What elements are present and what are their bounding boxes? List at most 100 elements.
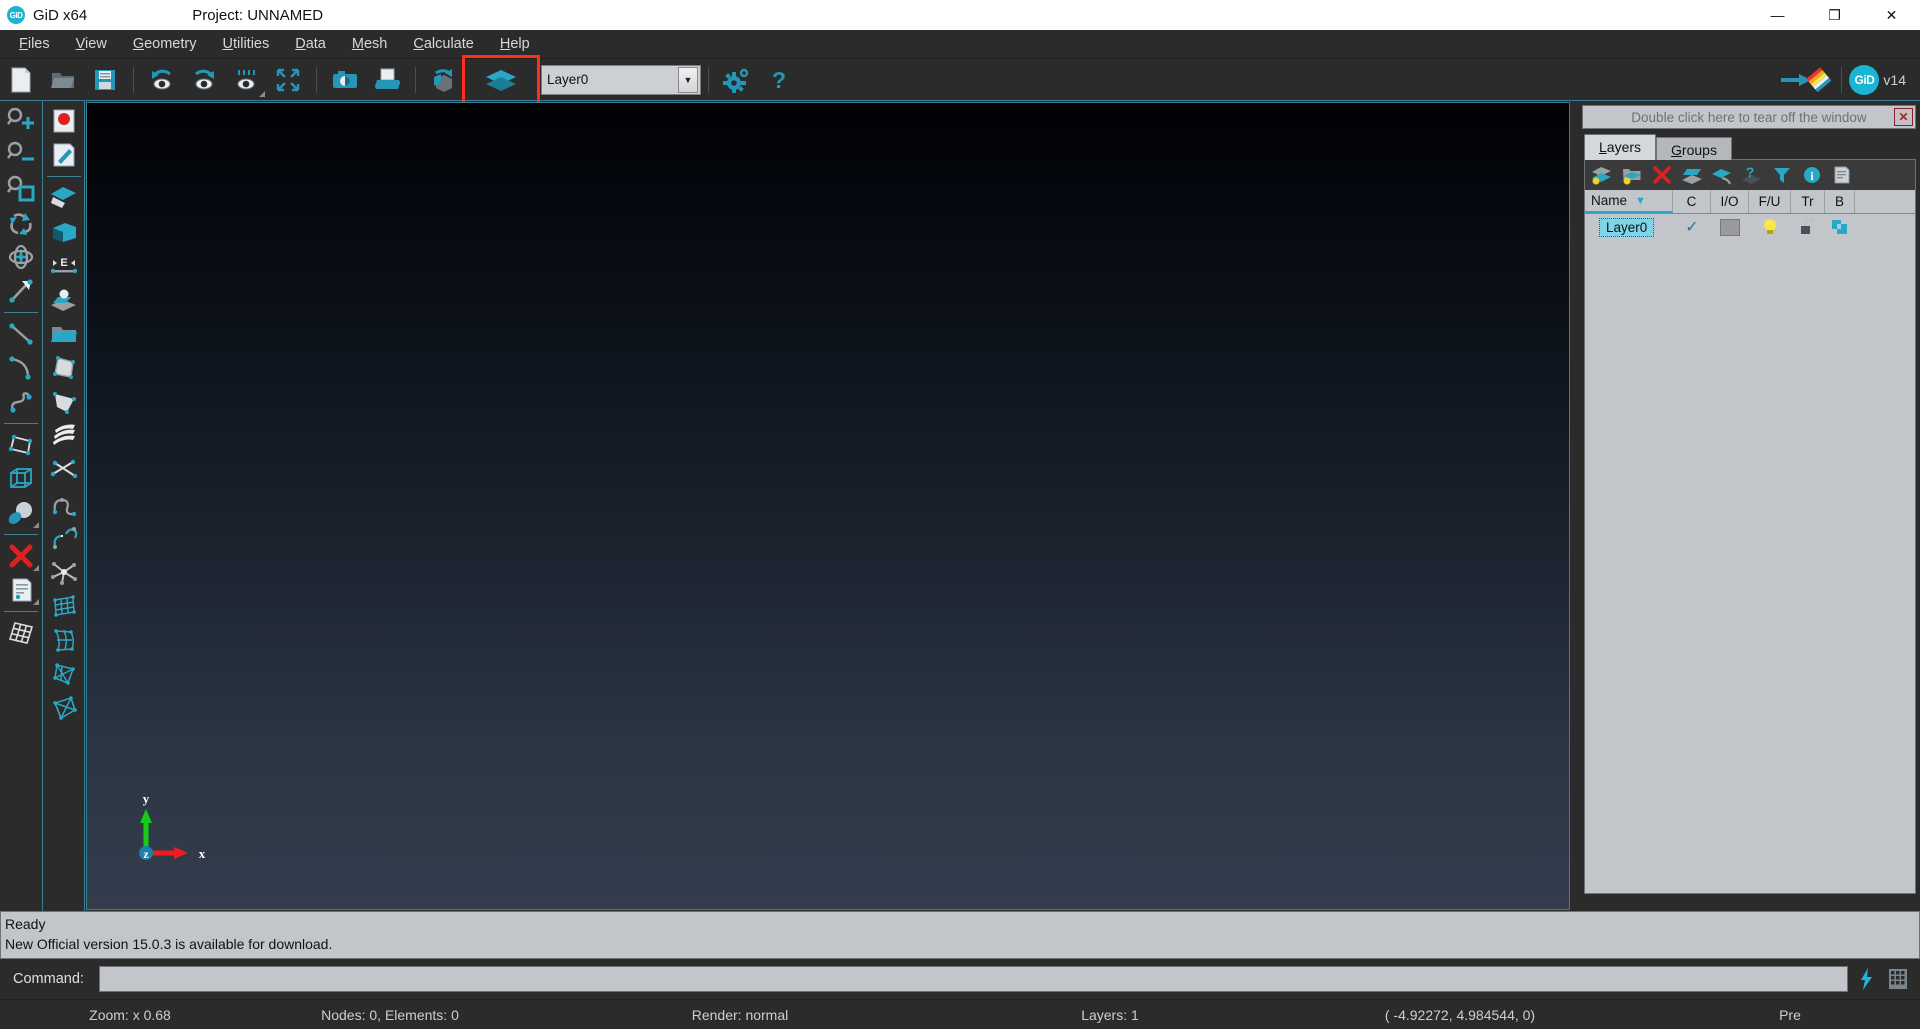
create-object-icon[interactable]	[1, 496, 41, 530]
zoom-frame-icon[interactable]	[267, 61, 309, 99]
volume-box-icon[interactable]	[44, 215, 84, 249]
mesh-quadrilateral-icon[interactable]	[1, 616, 41, 650]
create-line-icon[interactable]	[1, 317, 41, 351]
join-lines-icon[interactable]	[44, 487, 84, 521]
mesh-unstructured-icon[interactable]	[44, 623, 84, 657]
create-surface-icon[interactable]	[1, 428, 41, 462]
minimize-button[interactable]: —	[1749, 0, 1806, 30]
rotate-cube-icon[interactable]	[423, 61, 465, 99]
graphics-viewport[interactable]: y x z	[86, 102, 1570, 910]
open-layer-folder-icon[interactable]	[44, 317, 84, 351]
lightbulb-on-icon[interactable]	[1749, 217, 1791, 237]
edit-entity-icon[interactable]: E	[44, 249, 84, 283]
trimmed-surface-icon[interactable]	[44, 385, 84, 419]
command-input[interactable]	[99, 966, 1848, 992]
nurbs-surface-icon[interactable]	[44, 351, 84, 385]
camera-icon[interactable]	[324, 61, 366, 99]
new-layer-icon[interactable]	[1588, 162, 1616, 188]
close-icon[interactable]: ✕	[1894, 108, 1913, 126]
menu-calculate[interactable]: Calculate	[400, 32, 486, 56]
tear-off-bar[interactable]: Double click here to tear off the window…	[1582, 105, 1916, 129]
svg-text:E: E	[60, 257, 67, 269]
explode-icon[interactable]	[44, 555, 84, 589]
transparency-icon[interactable]	[1825, 218, 1855, 236]
chevron-down-icon[interactable]: ▼	[678, 66, 698, 93]
pan-move-icon[interactable]	[1, 240, 41, 274]
intersect-lines-icon[interactable]	[44, 453, 84, 487]
toolbar-separator	[4, 611, 38, 612]
layer-help-icon[interactable]: ?	[1738, 162, 1766, 188]
print-icon[interactable]	[366, 61, 408, 99]
unlocked-padlock-icon[interactable]	[1791, 217, 1825, 237]
menu-data[interactable]: Data	[282, 32, 339, 56]
column-header-c[interactable]: C	[1673, 190, 1711, 213]
column-header-fu[interactable]: F/U	[1749, 190, 1791, 213]
delete-icon[interactable]	[1, 539, 41, 573]
status-cursor-coordinates: ( -4.92272, 4.984544, 0)	[1384, 1006, 1536, 1023]
column-header-tr[interactable]: Tr	[1791, 190, 1825, 213]
menu-utilities[interactable]: Utilities	[209, 32, 282, 56]
mesh-structured-icon[interactable]	[44, 589, 84, 623]
redo-view-eye-icon[interactable]	[183, 61, 225, 99]
create-point-icon[interactable]	[44, 104, 84, 138]
maximize-icon[interactable]: ❐	[1806, 0, 1863, 30]
menu-files[interactable]: Files	[6, 32, 63, 56]
save-floppy-icon[interactable]	[84, 61, 126, 99]
preferences-gear-icon[interactable]	[716, 61, 758, 99]
zoom-out-icon[interactable]	[1, 138, 41, 172]
new-file-icon[interactable]	[0, 61, 42, 99]
layer-report-icon[interactable]	[1828, 162, 1856, 188]
help-question-icon[interactable]: ?	[758, 61, 800, 99]
edit-point-icon[interactable]	[44, 138, 84, 172]
filter-layers-icon[interactable]	[1768, 162, 1796, 188]
undo-view-eye-icon[interactable]	[141, 61, 183, 99]
menu-mesh[interactable]: Mesh	[339, 32, 400, 56]
create-nurbs-line-icon[interactable]	[1, 385, 41, 419]
menu-help[interactable]: Help	[487, 32, 543, 56]
column-header-b[interactable]: B	[1825, 190, 1855, 213]
active-layer-combobox[interactable]: Layer0 ▼	[541, 64, 701, 95]
menu-geometry[interactable]: Geometry	[120, 32, 210, 56]
mesh-volume-icon[interactable]	[44, 691, 84, 725]
view-options-eye-icon[interactable]	[225, 61, 267, 99]
mesh-surface-icon[interactable]	[44, 657, 84, 691]
open-layer-icon[interactable]	[1678, 162, 1706, 188]
layer-info-icon[interactable]: i	[1798, 162, 1826, 188]
status-mode: Pre	[1779, 1006, 1801, 1023]
list-entities-icon[interactable]	[1, 573, 41, 607]
normal-vector-icon[interactable]	[1, 274, 41, 308]
rotate-trackball-icon[interactable]	[1, 206, 41, 240]
arrow-rainbow-icon[interactable]	[1776, 61, 1834, 99]
new-layer-group-icon[interactable]	[1618, 162, 1646, 188]
layer-active-checkmark-icon[interactable]: ✓	[1673, 217, 1711, 237]
tab-groups[interactable]: Groups	[1656, 137, 1732, 160]
close-icon[interactable]: ✕	[1863, 0, 1920, 30]
menu-view[interactable]: View	[63, 32, 120, 56]
copy-layer-icon[interactable]	[44, 181, 84, 215]
table-row[interactable]: Layer0 ✓	[1585, 214, 1915, 240]
quick-command-icon[interactable]	[1852, 964, 1880, 994]
zoom-frame-icon[interactable]	[1, 172, 41, 206]
send-to-layer-icon[interactable]	[1708, 162, 1736, 188]
create-arc-icon[interactable]	[1, 351, 41, 385]
move-to-layer-icon[interactable]	[44, 283, 84, 317]
layer-color-swatch[interactable]	[1711, 218, 1749, 236]
active-layer-value: Layer0	[547, 72, 589, 87]
delete-layer-icon[interactable]	[1648, 162, 1676, 188]
left-toolbar-column-two: E	[42, 101, 84, 911]
numeric-keypad-icon[interactable]	[1884, 964, 1912, 994]
column-header-name[interactable]: Name ▼	[1585, 190, 1673, 213]
tab-layers[interactable]: Layers	[1584, 134, 1657, 160]
layers-empty-area[interactable]	[1585, 240, 1915, 893]
mesh-layers-icon[interactable]	[44, 419, 84, 453]
sort-descending-icon[interactable]: ▼	[1635, 195, 1646, 207]
column-header-io[interactable]: I/O	[1711, 190, 1749, 213]
open-folder-icon[interactable]	[42, 61, 84, 99]
layers-icon[interactable]	[462, 54, 540, 105]
split-line-icon[interactable]	[44, 521, 84, 555]
axis-triad: y x z	[132, 791, 222, 871]
zoom-in-icon[interactable]	[1, 104, 41, 138]
submenu-indicator-icon	[259, 90, 265, 97]
layer-name-cell[interactable]: Layer0	[1585, 217, 1673, 237]
create-volume-icon[interactable]	[1, 462, 41, 496]
